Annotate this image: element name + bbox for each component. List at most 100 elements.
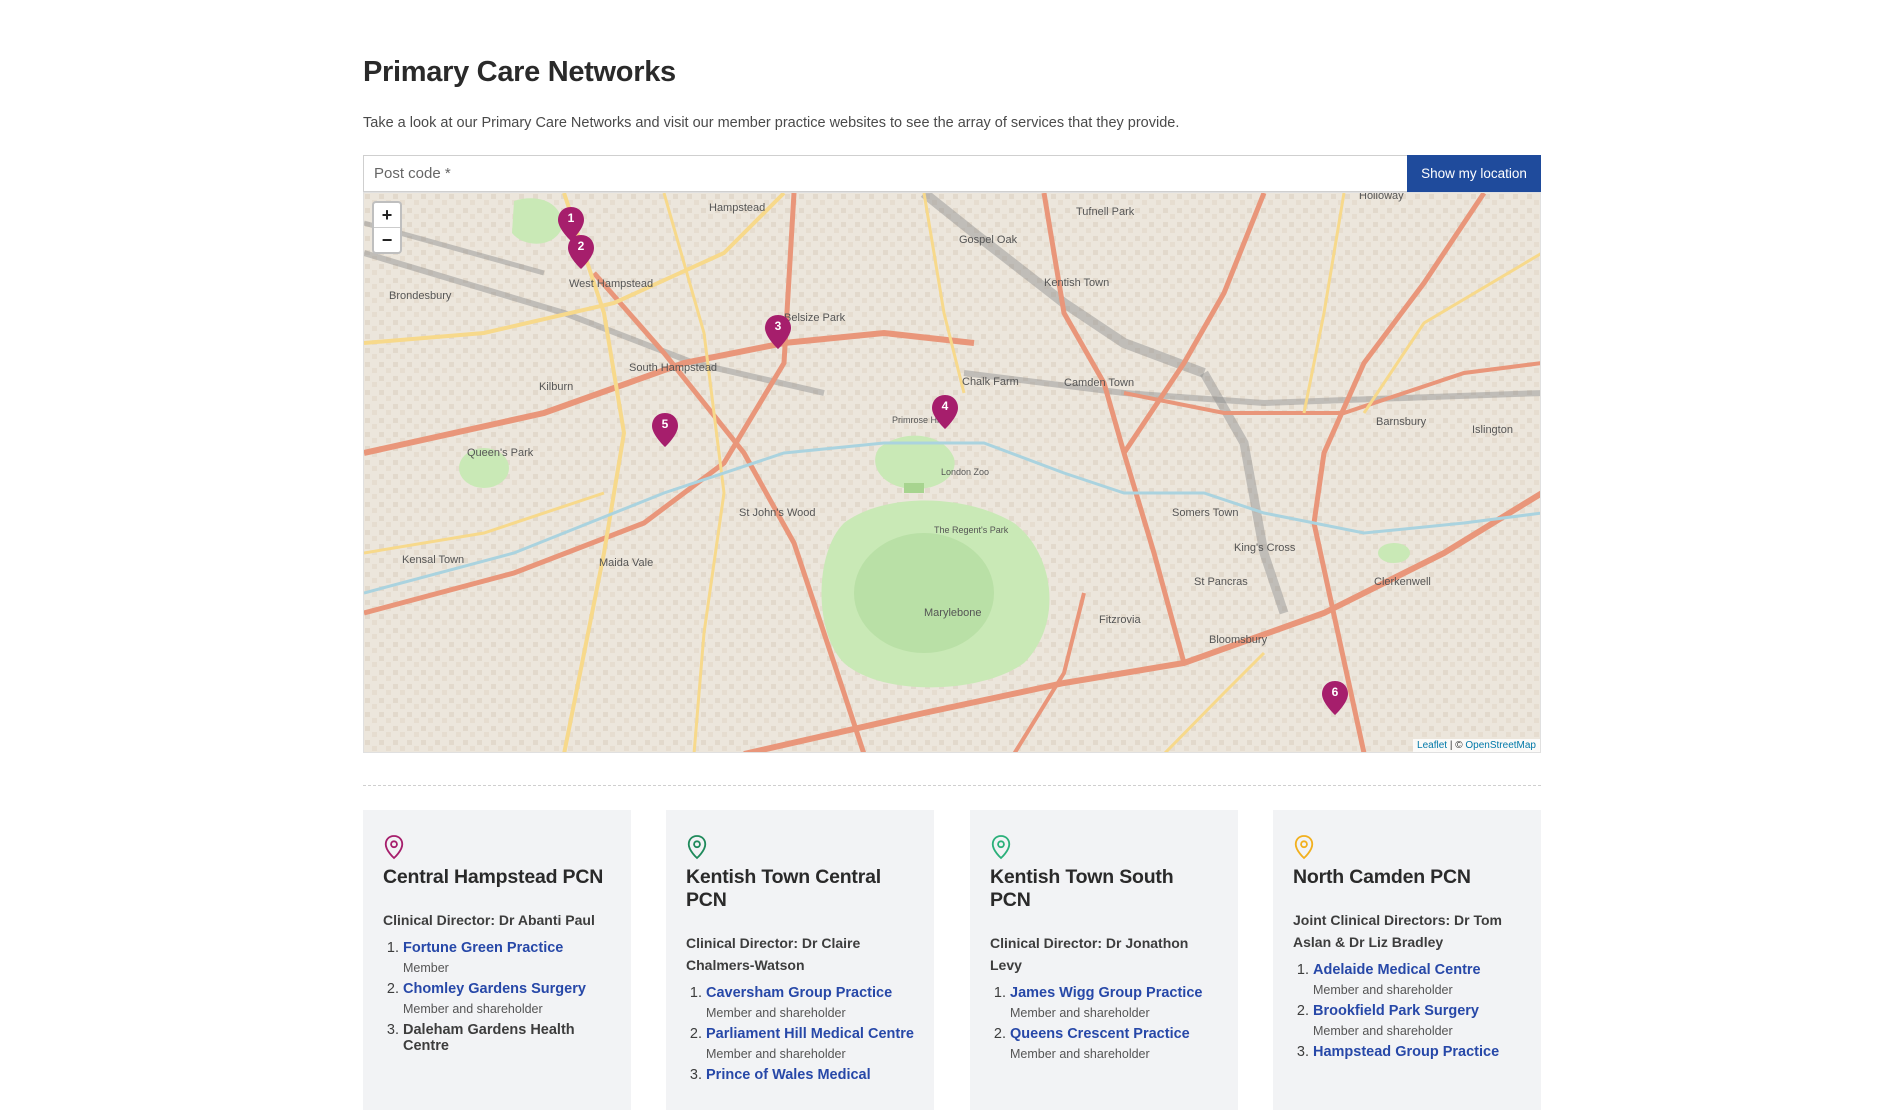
pcn-director: Clinical Director: Dr Claire Chalmers-Wa… — [686, 935, 861, 973]
map-label-holloway: Holloway — [1359, 193, 1404, 202]
map-label-brondesbury: Brondesbury — [389, 290, 452, 302]
practice-link[interactable]: Fortune Green Practice — [403, 940, 563, 956]
map-label-tufnell-park: Tufnell Park — [1076, 206, 1135, 218]
map-label-st-pancras: St Pancras — [1194, 576, 1248, 588]
practice-role: Member — [403, 961, 449, 975]
pcn-card-central-hampstead: Central Hampstead PCN Clinical Director:… — [363, 810, 631, 1110]
zoom-in-button[interactable]: + — [374, 203, 400, 227]
map-marker-5[interactable]: 5 — [652, 413, 678, 447]
map-label-camden-town: Camden Town — [1064, 377, 1134, 389]
pcn-title: Kentish Town Central PCN — [686, 866, 881, 911]
map-marker-6[interactable]: 6 — [1322, 681, 1348, 715]
map-tiles: Hampstead West Hampstead Belsize Park So… — [364, 193, 1540, 752]
marker-label: 3 — [774, 319, 782, 333]
practice-role: Member and shareholder — [706, 1047, 846, 1061]
leaflet-link[interactable]: Leaflet — [1417, 740, 1447, 751]
practice-item: Parliament Hill Medical Centre Member and… — [706, 1026, 914, 1061]
practice-item: Fortune Green Practice Member — [403, 940, 611, 975]
pcn-director: Joint Clinical Directors: Dr Tom Aslan &… — [1293, 912, 1502, 950]
practice-link[interactable]: Hampstead Group Practice — [1313, 1044, 1499, 1060]
practice-role: Member and shareholder — [1010, 1006, 1150, 1020]
map-label-st-johns-wood: St John's Wood — [739, 507, 816, 519]
marker-label: 1 — [567, 211, 575, 225]
pcn-card-kentish-town-central: Kentish Town Central PCN Clinical Direct… — [666, 810, 934, 1110]
pcn-cards: Central Hampstead PCN Clinical Director:… — [363, 810, 1541, 1110]
practice-list: Fortune Green Practice Member Chomley Gar… — [383, 940, 611, 1054]
page-intro: Take a look at our Primary Care Networks… — [363, 115, 1180, 131]
marker-label: 6 — [1331, 685, 1339, 699]
practice-item: Prince of Wales Medical — [706, 1067, 914, 1083]
practice-item: Hampstead Group Practice — [1313, 1044, 1521, 1060]
practice-item: Brookfield Park Surgery Member and shareh… — [1313, 1003, 1521, 1038]
postcode-search: Show my location — [363, 155, 1541, 192]
marker-label: 5 — [661, 417, 669, 431]
map-label-regents-park: The Regent's Park — [934, 525, 1009, 535]
practice-item: Adelaide Medical Centre Member and shareh… — [1313, 962, 1521, 997]
map-label-kings-cross: King's Cross — [1234, 542, 1296, 554]
practice-link[interactable]: Chomley Gardens Surgery — [403, 981, 586, 997]
map-label-maida-vale: Maida Vale — [599, 557, 653, 569]
section-divider — [363, 785, 1541, 786]
map-marker-4[interactable]: 4 — [932, 395, 958, 429]
map-marker-3[interactable]: 3 — [765, 315, 791, 349]
practice-item: Chomley Gardens Surgery Member and shareh… — [403, 981, 611, 1016]
map-label-clerkenwell: Clerkenwell — [1374, 576, 1431, 588]
pcn-director: Clinical Director: Dr Abanti Paul — [383, 912, 595, 928]
map-label-somers-town: Somers Town — [1172, 507, 1238, 519]
openstreetmap-link[interactable]: OpenStreetMap — [1465, 740, 1536, 751]
map-label-queens-park: Queen's Park — [467, 447, 534, 459]
pcn-card-kentish-town-south: Kentish Town South PCN Clinical Director… — [970, 810, 1238, 1110]
map-label-belsize-park: Belsize Park — [784, 312, 846, 324]
map-label-gospel-oak: Gospel Oak — [959, 234, 1018, 246]
practice-name: Daleham Gardens Health Centre — [403, 1022, 575, 1054]
practice-link[interactable]: James Wigg Group Practice — [1010, 985, 1202, 1001]
practice-link[interactable]: Prince of Wales Medical — [706, 1067, 871, 1083]
practice-link[interactable]: Adelaide Medical Centre — [1313, 962, 1481, 978]
pcn-card-north-camden: North Camden PCN Joint Clinical Director… — [1273, 810, 1541, 1110]
practice-link[interactable]: Caversham Group Practice — [706, 985, 892, 1001]
map-label-barnsbury: Barnsbury — [1376, 416, 1427, 428]
pcn-title: Central Hampstead PCN — [383, 866, 604, 888]
practice-item: James Wigg Group Practice Member and shar… — [1010, 985, 1218, 1020]
map-label-chalk-farm: Chalk Farm — [962, 376, 1019, 388]
pcn-director: Clinical Director: Dr Jonathon Levy — [990, 935, 1189, 973]
map-label-islington: Islington — [1472, 424, 1513, 436]
zoom-out-button[interactable]: − — [374, 227, 400, 252]
practice-item: Caversham Group Practice Member and share… — [706, 985, 914, 1020]
map-pin-icon — [991, 835, 1011, 860]
pcn-title: Kentish Town South PCN — [990, 866, 1174, 911]
attribution-separator: | © — [1447, 740, 1466, 751]
map-pin-icon — [1294, 835, 1314, 860]
map-pin-icon — [687, 835, 707, 860]
practice-role: Member and shareholder — [706, 1006, 846, 1020]
map-marker-2[interactable]: 2 — [568, 235, 594, 269]
practice-item: Queens Crescent Practice Member and share… — [1010, 1026, 1218, 1061]
page-title: Primary Care Networks — [363, 56, 676, 88]
marker-label: 2 — [577, 239, 585, 253]
map-label-marylebone: Marylebone — [924, 607, 981, 619]
practice-link[interactable]: Queens Crescent Practice — [1010, 1026, 1190, 1042]
map-label-kensal-town: Kensal Town — [402, 554, 464, 566]
practice-role: Member and shareholder — [1313, 1024, 1453, 1038]
practice-list: Adelaide Medical Centre Member and shareh… — [1293, 962, 1521, 1060]
map-label-kentish-town: Kentish Town — [1044, 277, 1109, 289]
practice-role: Member and shareholder — [1313, 983, 1453, 997]
map-label-fitzrovia: Fitzrovia — [1099, 614, 1141, 626]
map-attribution: Leaflet | © OpenStreetMap — [1413, 739, 1540, 752]
map-zoom-controls: + − — [372, 201, 402, 254]
pcn-title: North Camden PCN — [1293, 866, 1471, 888]
map-label-south-hampstead: South Hampstead — [629, 362, 717, 374]
practice-role: Member and shareholder — [403, 1002, 543, 1016]
pcn-map[interactable]: Hampstead West Hampstead Belsize Park So… — [363, 192, 1541, 753]
practice-link[interactable]: Brookfield Park Surgery — [1313, 1003, 1479, 1019]
practice-item: Daleham Gardens Health Centre — [403, 1022, 611, 1054]
practice-link[interactable]: Parliament Hill Medical Centre — [706, 1026, 914, 1042]
marker-label: 4 — [941, 399, 949, 413]
postcode-input[interactable] — [363, 155, 1407, 192]
practice-list: Caversham Group Practice Member and share… — [686, 985, 914, 1083]
practice-list: James Wigg Group Practice Member and shar… — [990, 985, 1218, 1061]
map-label-bloomsbury: Bloomsbury — [1209, 634, 1268, 646]
map-pin-icon — [384, 835, 404, 860]
show-my-location-button[interactable]: Show my location — [1407, 155, 1541, 192]
map-label-west-hampstead: West Hampstead — [569, 278, 653, 290]
